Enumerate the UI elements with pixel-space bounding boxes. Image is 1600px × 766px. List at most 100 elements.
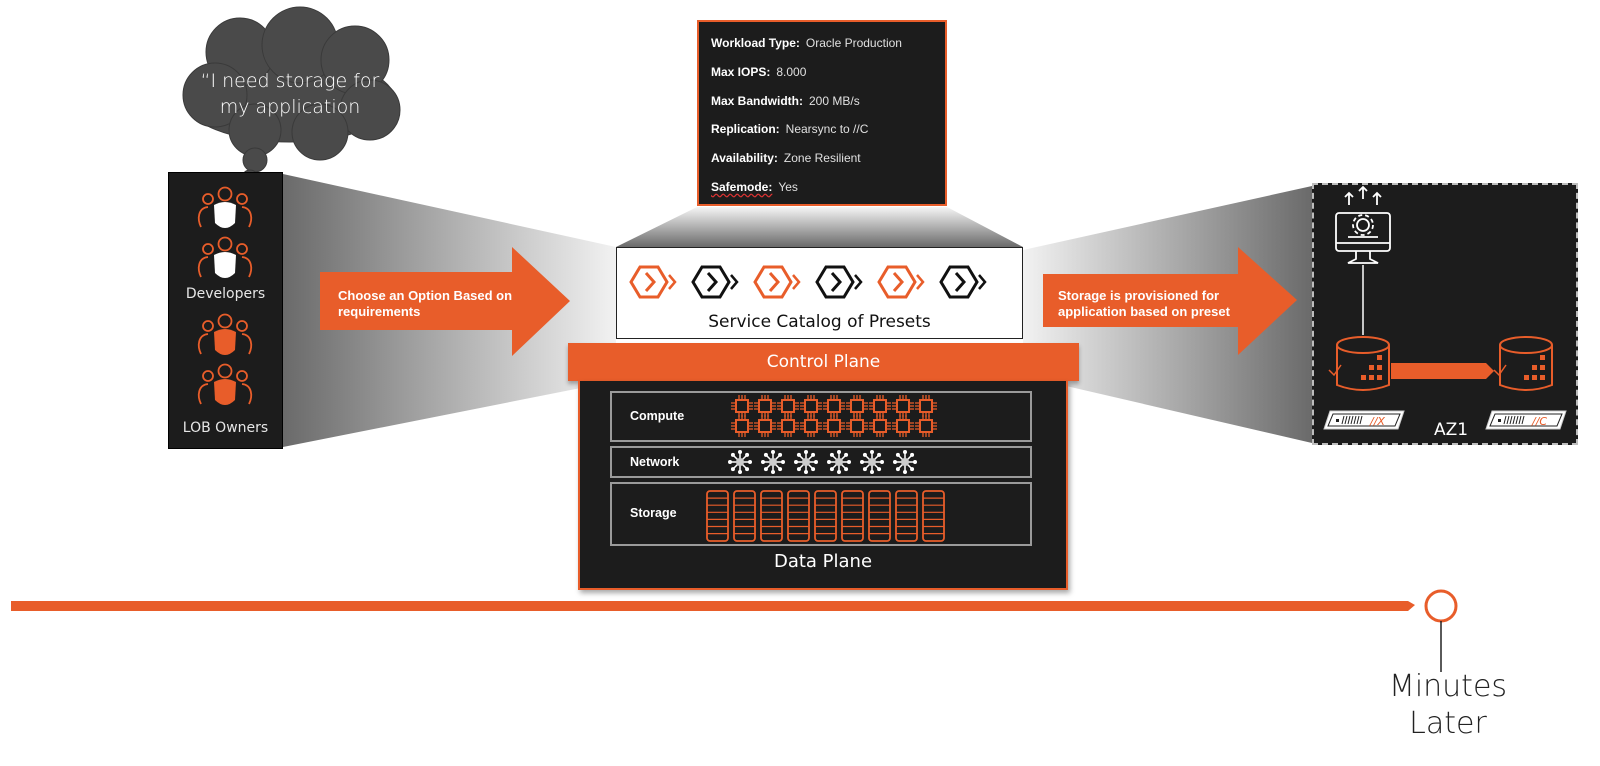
cpu-chip-icon (823, 415, 845, 437)
storage-rack-icon (841, 490, 864, 542)
cpu-chip-icon (777, 415, 799, 437)
network-hub-icon (860, 450, 884, 474)
storage-rack-icon (733, 490, 756, 542)
network-icons (728, 450, 917, 474)
team-icon-lob-1 (197, 313, 253, 355)
database-dots-replica (1524, 355, 1545, 380)
storage-rack-icon (895, 490, 918, 542)
network-label: Network (630, 455, 680, 469)
personas-panel: Developers LOB Owners (168, 172, 283, 449)
cpu-chip-icon (846, 395, 868, 417)
preset-icon[interactable] (939, 265, 987, 299)
storage-rack-icon (706, 490, 729, 542)
data-plane-panel: Compute Network Storage Data Plane (578, 381, 1068, 590)
team-icon-lob-2 (197, 363, 253, 405)
cpu-chip-icon (892, 395, 914, 417)
preset-icon[interactable] (629, 265, 677, 299)
preset-icons (629, 265, 987, 299)
badge-text-c: //C (1531, 415, 1547, 428)
team-icon-developers-1 (197, 186, 253, 228)
data-plane-title: Data Plane (773, 551, 873, 572)
thought-line-2: my application (219, 96, 361, 118)
right-arrow-label: Storage is provisioned for application b… (1058, 288, 1230, 320)
timeline-bar (11, 601, 1415, 611)
compute-icons (731, 395, 937, 437)
cpu-chip-icon (869, 415, 891, 437)
storage-rack-icon (814, 490, 837, 542)
cpu-chip-icon (800, 415, 822, 437)
control-plane-bar: Control Plane (568, 343, 1079, 381)
storage-rack-icon (868, 490, 891, 542)
timeline-label: Minutes Later (1378, 668, 1518, 742)
preset-icon[interactable] (877, 265, 925, 299)
storage-rack-icon (787, 490, 810, 542)
storage-icons (706, 490, 945, 542)
database-icon-primary (1336, 336, 1390, 391)
spec-value: Zone Resilient (783, 151, 861, 166)
left-arrow-line-1: Choose an Option Based on (338, 288, 513, 303)
cpu-chip-icon (869, 395, 891, 417)
cpu-chip-icon (777, 395, 799, 417)
data-plane-row-compute: Compute (610, 391, 1032, 442)
spec-key: Max Bandwidth: (711, 93, 803, 108)
preset-icon[interactable] (753, 265, 801, 299)
top-projection-beam (616, 207, 1023, 247)
service-catalog-title: Service Catalog of Presets (708, 312, 931, 332)
service-catalog: Service Catalog of Presets (616, 247, 1023, 339)
spec-row-bandwidth: Max Bandwidth: 200 MB/s (711, 90, 933, 119)
team-icon-developers-2 (197, 236, 253, 278)
availability-zone-panel: //X //C AZ1 (1312, 183, 1578, 445)
network-hub-icon (761, 450, 785, 474)
cpu-chip-icon (892, 415, 914, 437)
spec-value: Yes (778, 179, 798, 194)
preset-spec-card: Workload Type: Oracle Production Max IOPS… (697, 20, 947, 206)
database-dots-primary (1361, 355, 1382, 380)
spec-value: 200 MB/s (809, 93, 860, 108)
flasharray-badge-x (1323, 410, 1405, 430)
spec-row-replication: Replication: Nearsync to //C (711, 118, 933, 147)
data-plane-row-storage: Storage (610, 482, 1032, 546)
cpu-chip-icon (754, 415, 776, 437)
cpu-chip-icon (754, 395, 776, 417)
spec-row-workload: Workload Type: Oracle Production (711, 32, 933, 61)
left-arrow-label: Choose an Option Based on requirements (338, 288, 512, 320)
az-diagram: //X //C (1323, 185, 1567, 430)
timeline-label-line-2: Later (1409, 706, 1487, 741)
compute-label: Compute (630, 409, 685, 423)
spec-key: Availability: (711, 151, 778, 166)
persona-label-lob-owners: LOB Owners (182, 420, 269, 436)
spec-value: 8.000 (776, 64, 807, 79)
storage-label: Storage (630, 506, 677, 520)
az-label: AZ1 (1434, 420, 1469, 440)
app-server-icon (1335, 185, 1391, 264)
cpu-chip-icon (846, 415, 868, 437)
spec-row-iops: Max IOPS: 8.000 (711, 61, 933, 90)
storage-rack-icon (760, 490, 783, 542)
cpu-chip-icon (823, 395, 845, 417)
cpu-chip-icon (800, 395, 822, 417)
persona-icons (197, 186, 253, 405)
right-arrow-line-1: Storage is provisioned for (1058, 288, 1220, 303)
preset-icon[interactable] (815, 265, 863, 299)
preset-icon[interactable] (691, 265, 739, 299)
check-icon (1328, 364, 1342, 377)
database-icon-replica (1499, 336, 1553, 391)
spec-row-safemode: Safemode: Yes (711, 176, 933, 205)
cpu-chip-icon (731, 415, 753, 437)
spec-key: Max IOPS: (711, 64, 771, 79)
spec-key: Workload Type: (711, 36, 800, 50)
right-arrow-line-2: application based on preset (1058, 304, 1230, 319)
network-hub-icon (794, 450, 818, 474)
flasharray-badge-c (1485, 410, 1567, 430)
network-hub-icon (728, 450, 752, 474)
spec-key: Safemode: (711, 179, 773, 194)
cpu-chip-icon (915, 395, 937, 417)
timeline-endpoint (1424, 589, 1458, 623)
cpu-chip-icon (731, 395, 753, 417)
spec-value: Nearsync to //C (785, 122, 869, 137)
network-hub-icon (827, 450, 851, 474)
data-plane-row-network: Network (610, 446, 1032, 478)
left-arrow-line-2: requirements (338, 304, 421, 319)
thought-bubble-text: “I need storage for my application (180, 68, 400, 120)
spec-row-availability: Availability: Zone Resilient (711, 147, 933, 176)
